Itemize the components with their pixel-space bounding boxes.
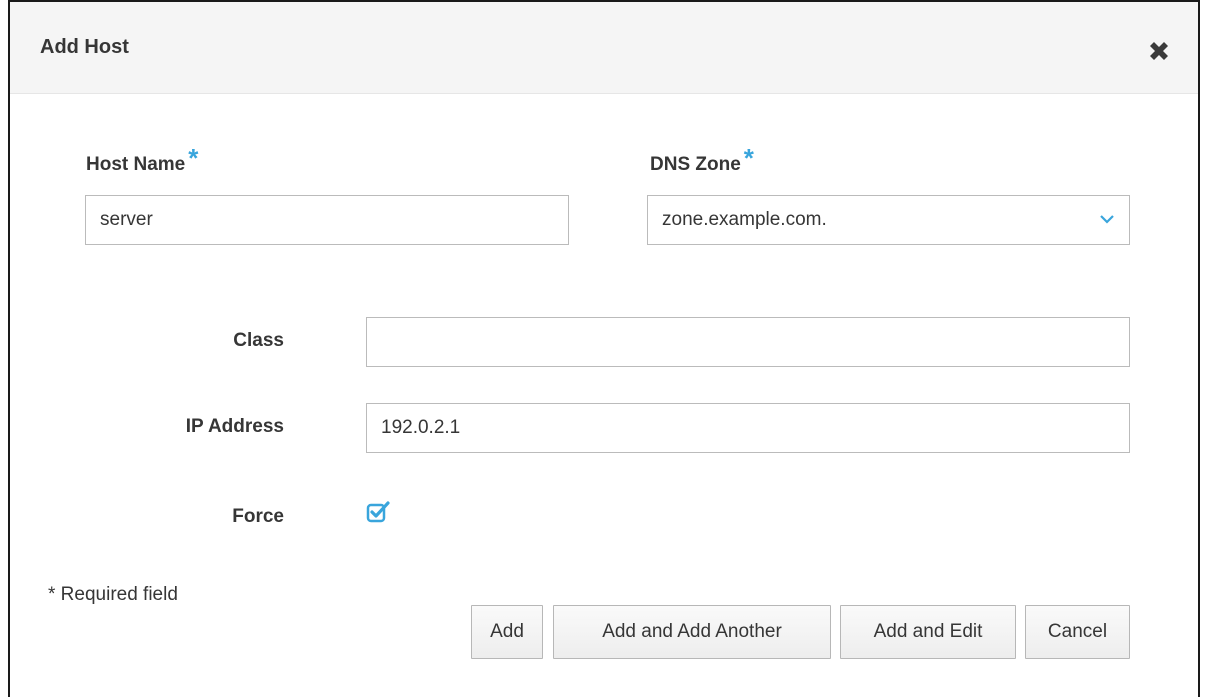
force-checkbox[interactable] xyxy=(366,499,392,525)
checkbox-checked-icon xyxy=(366,501,390,523)
close-icon[interactable] xyxy=(1144,36,1174,66)
required-field-note: * Required field xyxy=(48,584,178,605)
add-host-dialog: Add Host Host Name* DNS Zone* zone.examp… xyxy=(8,0,1200,697)
required-marker: * xyxy=(188,143,199,173)
host-name-input[interactable] xyxy=(85,195,569,245)
force-label: Force xyxy=(232,506,284,527)
class-input[interactable] xyxy=(366,317,1130,367)
class-label: Class xyxy=(233,330,284,351)
dns-zone-select[interactable]: zone.example.com. xyxy=(647,195,1130,245)
required-marker: * xyxy=(743,143,754,173)
dns-zone-label: DNS Zone * xyxy=(650,143,754,177)
dns-zone-label-text: DNS Zone xyxy=(650,154,741,175)
add-and-add-another-button[interactable]: Add and Add Another xyxy=(553,605,831,659)
chevron-down-icon xyxy=(1100,215,1114,224)
host-name-label-text: Host Name xyxy=(86,154,186,175)
add-and-edit-button[interactable]: Add and Edit xyxy=(840,605,1016,659)
dialog-header: Add Host xyxy=(10,2,1198,94)
ip-address-label: IP Address xyxy=(185,416,284,437)
dns-zone-selected-value: zone.example.com. xyxy=(662,209,827,230)
host-name-label: Host Name * xyxy=(86,143,199,177)
add-button[interactable]: Add xyxy=(471,605,543,659)
dialog-title: Add Host xyxy=(40,36,129,58)
cancel-button[interactable]: Cancel xyxy=(1025,605,1130,659)
ip-address-input[interactable] xyxy=(366,403,1130,453)
